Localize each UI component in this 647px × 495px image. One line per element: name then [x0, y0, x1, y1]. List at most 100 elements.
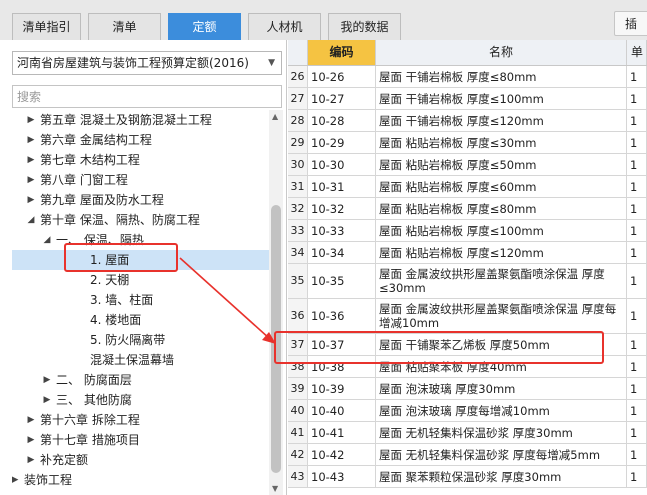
- quota-unit: 1: [630, 179, 638, 194]
- row-index-cell: 41: [288, 422, 308, 443]
- search-input[interactable]: [12, 85, 282, 108]
- tree-node[interactable]: ▶ 装饰工程: [12, 470, 270, 490]
- scroll-up-icon[interactable]: ▲: [272, 112, 278, 121]
- row-index: 33: [290, 223, 305, 237]
- tab-labor-material-machine[interactable]: 人材机: [248, 13, 321, 40]
- tree-node[interactable]: ▶ 第七章 木结构工程: [12, 150, 270, 170]
- insert-button[interactable]: 插: [614, 11, 647, 36]
- row-index-cell: 43: [288, 466, 308, 487]
- table-row[interactable]: 34 10-34 屋面 粘贴岩棉板 厚度≤120mm 1: [288, 242, 647, 264]
- top-tab-bar: 清单指引 清单 定额 人材机 我的数据 插: [0, 0, 647, 40]
- quota-unit: 1: [630, 469, 638, 484]
- quota-name-cell: 屋面 粘贴岩棉板 厚度≤80mm: [376, 198, 627, 219]
- row-index: 35: [290, 274, 305, 287]
- table-row[interactable]: 29 10-29 屋面 粘贴岩棉板 厚度≤30mm 1: [288, 132, 647, 154]
- expand-arrow-icon[interactable]: ▶: [26, 450, 36, 470]
- expand-arrow-icon[interactable]: ▶: [26, 150, 36, 170]
- quota-unit: 1: [630, 337, 638, 352]
- table-row[interactable]: 40 10-40 屋面 泡沫玻璃 厚度每增减10mm 1: [288, 400, 647, 422]
- table-row[interactable]: 30 10-30 屋面 粘贴岩棉板 厚度≤50mm 1: [288, 154, 647, 176]
- quota-name-cell: 屋面 金属波纹拱形屋盖聚氨酯喷涂保温 厚度≤30mm: [376, 264, 627, 298]
- table-row[interactable]: 32 10-32 屋面 粘贴岩棉板 厚度≤80mm 1: [288, 198, 647, 220]
- row-index: 30: [290, 157, 305, 171]
- quota-code: 10-32: [311, 201, 345, 216]
- tab-my-data[interactable]: 我的数据: [328, 13, 401, 40]
- tree-node[interactable]: ▶ 第九章 屋面及防水工程: [12, 190, 270, 210]
- table-row[interactable]: 35 10-35 屋面 金属波纹拱形屋盖聚氨酯喷涂保温 厚度≤30mm 1: [288, 264, 647, 299]
- tree-node[interactable]: ▶ 二、 防腐面层: [12, 370, 270, 390]
- quota-code-cell: 10-27: [308, 88, 376, 109]
- tab-quota[interactable]: 定额: [168, 13, 241, 40]
- row-index-cell: 31: [288, 176, 308, 197]
- tree-node[interactable]: ▶ 第十七章 措施项目: [12, 430, 270, 450]
- table-row[interactable]: 27 10-27 屋面 干铺岩棉板 厚度≤100mm 1: [288, 88, 647, 110]
- quota-code-cell: 10-42: [308, 444, 376, 465]
- tree-node[interactable]: ◢ 第十章 保温、隔热、防腐工程: [12, 210, 270, 230]
- header-unit[interactable]: 单: [627, 40, 647, 65]
- table-row[interactable]: 41 10-41 屋面 无机轻集料保温砂浆 厚度30mm 1: [288, 422, 647, 444]
- tab-list-guide[interactable]: 清单指引: [12, 13, 81, 40]
- tree-node[interactable]: ▶ 第十六章 拆除工程: [12, 410, 270, 430]
- expand-arrow-icon[interactable]: ▶: [26, 430, 36, 450]
- header-index: [288, 40, 308, 65]
- quota-code: 10-27: [311, 91, 345, 106]
- table-row[interactable]: 28 10-28 屋面 干铺岩棉板 厚度≤120mm 1: [288, 110, 647, 132]
- quota-unit: 1: [630, 245, 638, 260]
- table-row[interactable]: 39 10-39 屋面 泡沫玻璃 厚度30mm 1: [288, 378, 647, 400]
- tree-node[interactable]: ▶ 第八章 门窗工程: [12, 170, 270, 190]
- tree-node[interactable]: ▶ 第五章 混凝土及钢筋混凝土工程: [12, 110, 270, 130]
- tree-node[interactable]: 4. 楼地面: [12, 310, 270, 330]
- quota-unit: 1: [630, 425, 638, 440]
- row-index-cell: 40: [288, 400, 308, 421]
- tree-node[interactable]: ▶ 三、 其他防腐: [12, 390, 270, 410]
- expand-arrow-icon[interactable]: ▶: [42, 390, 52, 410]
- tree-node[interactable]: 3. 墙、柱面: [12, 290, 270, 310]
- expand-arrow-icon[interactable]: ▶: [26, 190, 36, 210]
- quota-name: 屋面 粘贴岩棉板 厚度≤80mm: [379, 201, 537, 216]
- quota-name: 屋面 金属波纹拱形屋盖聚氨酯喷涂保温 厚度≤30mm: [379, 267, 605, 295]
- quota-name-cell: 屋面 粘贴岩棉板 厚度≤60mm: [376, 176, 627, 197]
- table-row[interactable]: 43 10-43 屋面 聚苯颗粒保温砂浆 厚度30mm 1: [288, 466, 647, 488]
- row-index: 28: [290, 113, 305, 127]
- tree-node[interactable]: ▶ 第六章 金属结构工程: [12, 130, 270, 150]
- tree-node[interactable]: 混凝土保温幕墙: [12, 350, 270, 370]
- tree-scrollbar[interactable]: ▲ ▼: [269, 110, 283, 495]
- quota-code-cell: 10-39: [308, 378, 376, 399]
- table-row[interactable]: 33 10-33 屋面 粘贴岩棉板 厚度≤100mm 1: [288, 220, 647, 242]
- expand-arrow-icon[interactable]: ▶: [26, 170, 36, 190]
- tree-node-label: 第十七章 措施项目: [40, 433, 140, 447]
- quota-library-select[interactable]: 河南省房屋建筑与装饰工程预算定额(2016) ▼: [12, 51, 282, 75]
- quota-unit: 1: [630, 223, 638, 238]
- row-index-cell: 39: [288, 378, 308, 399]
- table-row[interactable]: 42 10-42 屋面 无机轻集料保温砂浆 厚度每增减5mm 1: [288, 444, 647, 466]
- expand-arrow-icon[interactable]: ▶: [42, 370, 52, 390]
- quota-name: 屋面 泡沫玻璃 厚度30mm: [379, 381, 516, 396]
- grid-header: 编码 名称 单: [288, 40, 647, 66]
- quota-name: 屋面 金属波纹拱形屋盖聚氨酯喷涂保温 厚度每增减10mm: [379, 302, 617, 330]
- table-row[interactable]: 36 10-36 屋面 金属波纹拱形屋盖聚氨酯喷涂保温 厚度每增减10mm 1: [288, 299, 647, 334]
- expand-arrow-icon[interactable]: ▶: [26, 130, 36, 150]
- collapse-arrow-icon[interactable]: ◢: [42, 230, 52, 250]
- tree-node[interactable]: 5. 防火隔离带: [12, 330, 270, 350]
- expand-arrow-icon[interactable]: ▶: [12, 470, 20, 490]
- tree-node-label: 混凝土保温幕墙: [90, 353, 175, 367]
- collapse-arrow-icon[interactable]: ◢: [26, 210, 36, 230]
- quota-code-cell: 10-29: [308, 132, 376, 153]
- highlight-box-tree: [64, 243, 178, 272]
- header-name[interactable]: 名称: [376, 40, 627, 65]
- quota-unit: 1: [630, 274, 638, 288]
- expand-arrow-icon[interactable]: ▶: [26, 110, 36, 130]
- expand-arrow-icon[interactable]: ▶: [26, 410, 36, 430]
- header-code[interactable]: 编码: [308, 40, 376, 65]
- tree-node[interactable]: ▶ 补充定额: [12, 450, 270, 470]
- scroll-down-icon[interactable]: ▼: [272, 484, 278, 493]
- row-index: 27: [290, 91, 305, 105]
- quota-unit: 1: [630, 381, 638, 396]
- quota-code: 10-34: [311, 245, 345, 260]
- quota-unit-cell: 1: [627, 264, 647, 298]
- tab-bill[interactable]: 清单: [88, 13, 161, 40]
- table-row[interactable]: 31 10-31 屋面 粘贴岩棉板 厚度≤60mm 1: [288, 176, 647, 198]
- quota-name-cell: 屋面 粘贴岩棉板 厚度≤50mm: [376, 154, 627, 175]
- tree-node[interactable]: 2. 天棚: [12, 270, 270, 290]
- table-row[interactable]: 26 10-26 屋面 干铺岩棉板 厚度≤80mm 1: [288, 66, 647, 88]
